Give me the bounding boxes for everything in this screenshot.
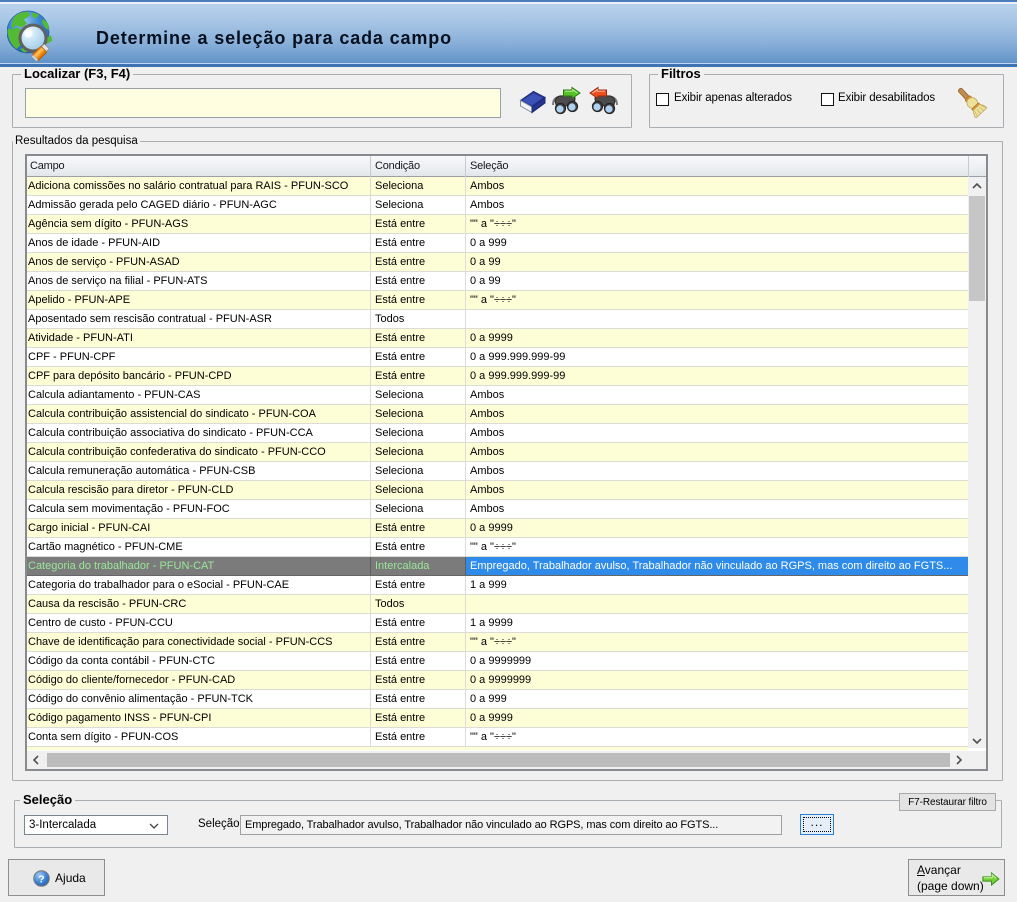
svg-text:?: ? [38,874,44,886]
